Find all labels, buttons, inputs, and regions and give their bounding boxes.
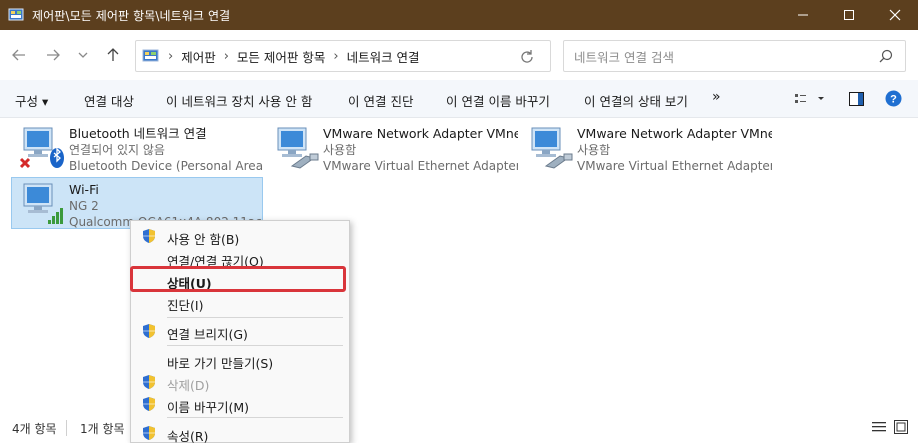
rename-button[interactable]: 이 연결 이름 바꾸기 [446,91,550,110]
breadcrumb-control-panel[interactable]: 제어판 [181,47,216,66]
connection-name: Bluetooth 네트워크 연결 [69,126,207,141]
search-input[interactable]: 네트워크 연결 검색 [563,40,906,72]
bluetooth-network-icon [18,126,68,170]
connect-to-button[interactable]: 연결 대상 [84,91,134,110]
change-view-button[interactable] [794,92,824,106]
uac-shield-icon [141,323,157,339]
maximize-icon [844,10,854,20]
menu-item-disable[interactable]: 사용 안 함(B) [131,225,349,247]
menu-separator [167,317,343,318]
address-bar[interactable]: › 제어판 › 모든 제어판 항목 › 네트워크 연결 [135,40,551,72]
menu-item-create-shortcut[interactable]: 바로 가기 만들기(S) [131,349,349,371]
breadcrumb-separator: › [223,48,229,64]
breadcrumb-separator: › [168,48,174,64]
arrow-up-icon [107,48,119,61]
chevron-down-icon [78,52,88,58]
connection-name: Wi-Fi [69,182,99,197]
recent-locations-button[interactable] [72,44,94,66]
organize-menu[interactable]: 구성 ▾ [15,91,48,110]
menu-item-bridge[interactable]: 연결 브리지(G) [131,320,349,342]
connection-status: 연결되어 있지 않음 [69,143,165,157]
menu-item-label: 삭제(D) [167,378,210,393]
uac-shield-icon [141,374,157,390]
selected-count: 1개 항목 [80,422,125,436]
connection-status: 사용함 [323,143,357,157]
ethernet-adapter-icon [272,126,322,170]
help-icon: ? [885,90,902,107]
menu-item-label: 바로 가기 만들기(S) [167,356,274,371]
menu-item-label: 사용 안 함(B) [167,232,240,247]
search-icon [879,49,893,63]
ethernet-adapter-icon [526,126,576,170]
menu-separator [167,417,343,418]
menu-separator [167,345,343,346]
more-commands-button[interactable]: » [712,89,721,105]
menu-item-diagnose[interactable]: 진단(I) [131,291,349,313]
wifi-network-icon [18,182,68,226]
details-view-icon [872,422,886,432]
command-bar: 구성 ▾ 연결 대상 이 네트워크 장치 사용 안 함 이 연결 진단 이 연결… [0,80,918,118]
details-view-button[interactable] [872,421,886,433]
uac-shield-icon [141,396,157,412]
refresh-icon [521,50,533,63]
maximize-button[interactable] [826,0,872,30]
connection-bluetooth[interactable]: Bluetooth 네트워크 연결 연결되어 있지 않음 Bluetooth D… [12,122,264,174]
close-icon [889,9,901,21]
disable-device-button[interactable]: 이 네트워크 장치 사용 안 함 [166,91,312,110]
connection-device: VMware Virtual Ethernet Adapter ... [323,159,518,173]
arrow-left-icon [12,49,25,61]
menu-item-delete[interactable]: 삭제(D) [131,371,349,393]
breadcrumb-separator: › [333,48,339,64]
minimize-icon [798,14,808,16]
arrow-right-icon [47,49,60,61]
refresh-button[interactable] [518,48,536,66]
menu-item-label: 연결 브리지(G) [167,327,248,342]
connection-status: 사용함 [577,143,611,157]
menu-item-rename[interactable]: 이름 바꾸기(M) [131,393,349,415]
status-divider [66,420,67,436]
back-button[interactable] [8,44,30,66]
view-status-button[interactable]: 이 연결의 상태 보기 [584,91,688,110]
close-button[interactable] [872,0,918,30]
forward-button[interactable] [42,44,64,66]
up-button[interactable] [102,44,124,66]
uac-shield-icon [141,228,157,244]
view-options-icon [795,94,824,103]
menu-item-properties[interactable]: 속성(R) [131,422,349,443]
diagnose-button[interactable]: 이 연결 진단 [348,91,413,110]
connection-device: VMware Virtual Ethernet Adapter ... [577,159,772,173]
window-title: 제어판\모든 제어판 항목\네트워크 연결 [32,8,231,23]
minimize-button[interactable] [780,0,826,30]
menu-item-label: 이름 바꾸기(M) [167,400,250,415]
title-bar: 제어판\모든 제어판 항목\네트워크 연결 [0,0,918,30]
svg-text:?: ? [890,94,897,106]
connection-vmnet1[interactable]: VMware Network Adapter VMnet1 사용함 VMware… [266,122,518,174]
menu-item-label: 속성(R) [167,429,209,443]
large-icons-icon [896,422,906,432]
connection-status: NG 2 [69,199,99,213]
search-placeholder: 네트워크 연결 검색 [574,49,674,65]
connection-device: Bluetooth Device (Personal Area ... [69,159,264,173]
item-count: 4개 항목 [12,422,57,436]
preview-pane-icon [849,92,864,106]
large-icons-view-button[interactable] [894,420,908,434]
highlight-box [130,266,346,292]
connection-name: VMware Network Adapter VMnet1 [323,126,518,141]
control-panel-icon [142,47,160,65]
menu-item-label: 진단(I) [167,298,204,313]
preview-pane-button[interactable] [849,92,864,106]
connection-vmnet8[interactable]: VMware Network Adapter VMnet8 사용함 VMware… [520,122,772,174]
uac-shield-icon [141,425,157,441]
control-panel-icon [8,7,24,23]
connection-name: VMware Network Adapter VMnet8 [577,126,772,141]
help-button[interactable]: ? [885,90,902,107]
breadcrumb-network-connections[interactable]: 네트워크 연결 [347,47,420,66]
breadcrumb-all-items[interactable]: 모든 제어판 항목 [237,47,325,66]
navigation-bar: › 제어판 › 모든 제어판 항목 › 네트워크 연결 네트워크 연결 검색 [0,30,918,80]
context-menu: 사용 안 함(B) 연결/연결 끊기(O) 상태(U) 진단(I) 연결 브리지… [130,220,350,443]
